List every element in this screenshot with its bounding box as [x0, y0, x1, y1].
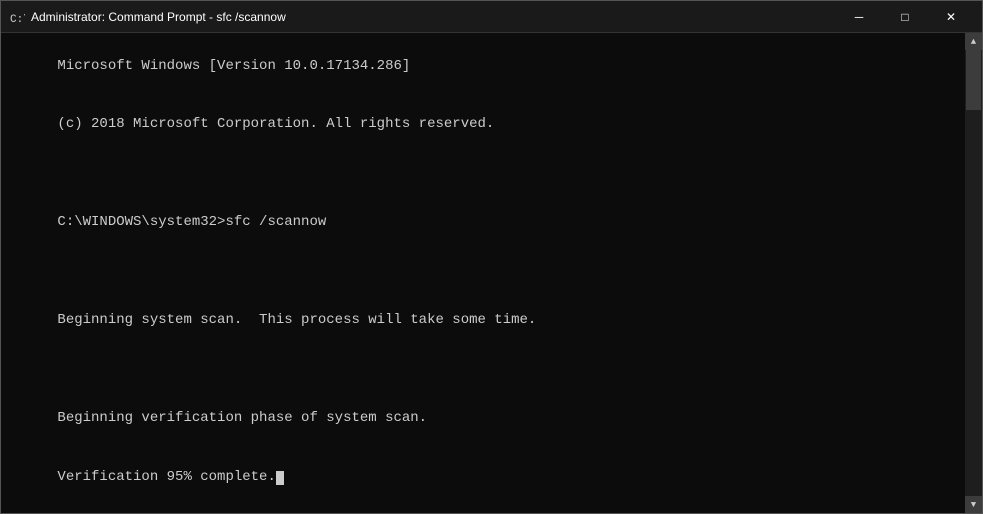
terminal-line-1: Microsoft Windows [Version 10.0.17134.28… — [57, 58, 410, 74]
minimize-button[interactable]: ─ — [836, 1, 882, 33]
terminal-line-8: Beginning verification phase of system s… — [57, 410, 427, 426]
svg-text:C:\: C:\ — [10, 14, 25, 25]
terminal-line-9: Verification 95% complete. — [57, 469, 275, 485]
scrollbar-track[interactable] — [965, 50, 982, 496]
terminal-line-2: (c) 2018 Microsoft Corporation. All righ… — [57, 116, 494, 132]
cmd-window: C:\ Administrator: Command Prompt - sfc … — [0, 0, 983, 514]
window-content: Microsoft Windows [Version 10.0.17134.28… — [1, 33, 982, 513]
scrollbar-down-arrow[interactable]: ▼ — [965, 496, 982, 513]
terminal-line-6: Beginning system scan. This process will… — [57, 312, 536, 328]
terminal-cursor — [276, 471, 284, 485]
scrollbar-up-arrow[interactable]: ▲ — [965, 33, 982, 50]
window-controls: ─ □ ✕ — [836, 1, 974, 33]
terminal-line-4: C:\WINDOWS\system32>sfc /scannow — [57, 214, 326, 230]
scrollbar-thumb[interactable] — [966, 50, 981, 110]
title-bar: C:\ Administrator: Command Prompt - sfc … — [1, 1, 982, 33]
close-button[interactable]: ✕ — [928, 1, 974, 33]
cmd-icon: C:\ — [9, 9, 25, 25]
scrollbar[interactable]: ▲ ▼ — [965, 33, 982, 513]
window-title: Administrator: Command Prompt - sfc /sca… — [31, 10, 836, 24]
maximize-button[interactable]: □ — [882, 1, 928, 33]
terminal-output[interactable]: Microsoft Windows [Version 10.0.17134.28… — [1, 33, 965, 513]
